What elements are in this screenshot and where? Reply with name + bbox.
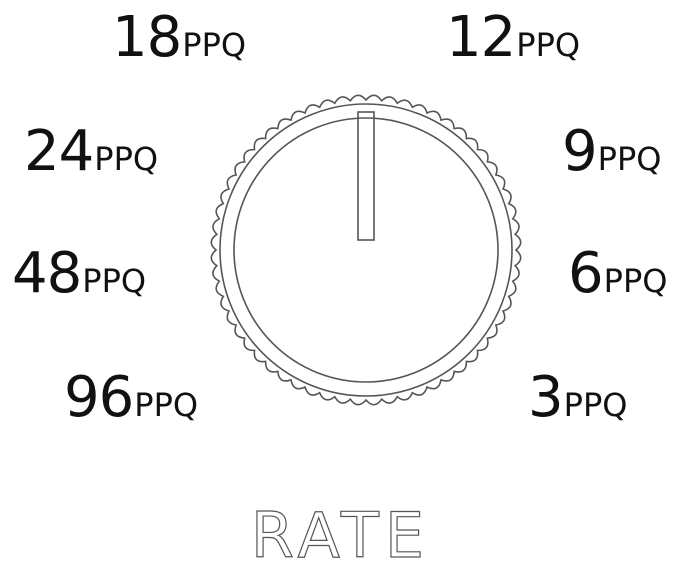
position-label-18ppq[interactable]: 18PPQ	[112, 10, 246, 66]
knob-outer-ring	[219, 103, 513, 397]
position-value: 48	[12, 241, 82, 306]
position-value: 3	[528, 365, 564, 430]
position-unit: PPQ	[182, 26, 247, 64]
position-unit: PPQ	[134, 386, 199, 424]
position-value: 18	[112, 5, 182, 70]
rate-label: RATE	[250, 499, 431, 572]
position-label-3ppq[interactable]: 3PPQ	[528, 370, 627, 426]
position-unit: PPQ	[563, 386, 628, 424]
position-value: 96	[64, 365, 134, 430]
position-label-48ppq[interactable]: 48PPQ	[12, 246, 146, 302]
knob-face	[233, 117, 499, 383]
position-value: 6	[568, 241, 604, 306]
position-unit: PPQ	[603, 262, 668, 300]
knob-knurled-edge[interactable]	[210, 94, 522, 406]
position-value: 24	[24, 119, 94, 184]
position-label-96ppq[interactable]: 96PPQ	[64, 370, 198, 426]
position-label-12ppq[interactable]: 12PPQ	[446, 10, 580, 66]
position-value: 12	[446, 5, 516, 70]
position-unit: PPQ	[597, 140, 662, 178]
position-unit: PPQ	[82, 262, 147, 300]
position-unit: PPQ	[516, 26, 581, 64]
rate-selector-panel: 18PPQ 12PPQ 24PPQ 9PPQ 48PPQ 6PPQ 96PPQ …	[0, 0, 681, 572]
position-label-9ppq[interactable]: 9PPQ	[562, 124, 661, 180]
position-value: 9	[562, 119, 598, 184]
position-label-24ppq[interactable]: 24PPQ	[24, 124, 158, 180]
position-label-6ppq[interactable]: 6PPQ	[568, 246, 667, 302]
position-unit: PPQ	[94, 140, 159, 178]
knob-pointer	[357, 111, 375, 241]
